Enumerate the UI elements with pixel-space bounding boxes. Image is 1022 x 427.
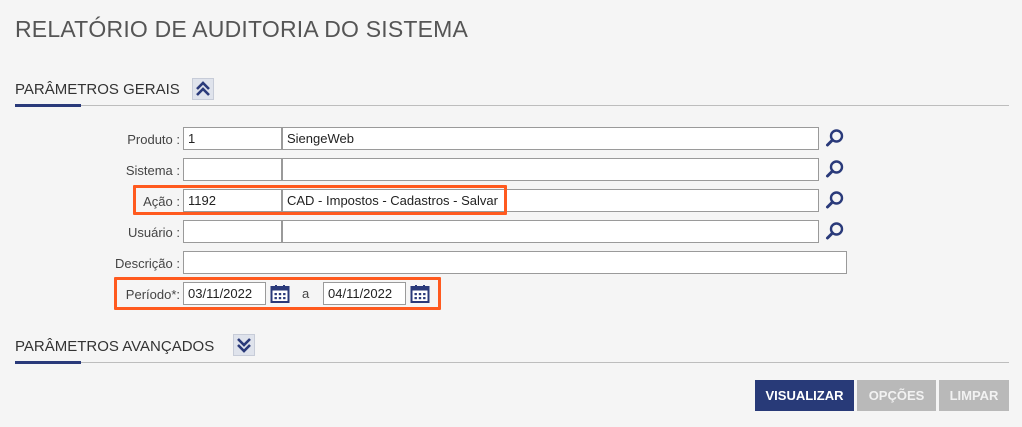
visualizar-button[interactable]: VISUALIZAR	[755, 380, 854, 411]
sistema-name-input[interactable]	[282, 158, 819, 181]
sistema-code-input[interactable]	[183, 158, 282, 181]
limpar-button[interactable]: LIMPAR	[939, 380, 1009, 411]
sistema-lookup-button[interactable]	[823, 157, 847, 181]
usuario-code-input[interactable]	[183, 220, 282, 243]
periodo-highlight-box	[114, 277, 441, 310]
descricao-label: Descrição :	[114, 256, 180, 271]
magnifier-icon	[826, 160, 844, 178]
section-title-general: PARÂMETROS GERAIS	[15, 81, 180, 98]
acao-lookup-button[interactable]	[823, 188, 847, 212]
double-chevron-down-icon	[237, 338, 251, 353]
page-title: RELATÓRIO DE AUDITORIA DO SISTEMA	[15, 16, 469, 42]
produto-label: Produto :	[127, 132, 180, 147]
produto-name-input[interactable]	[282, 127, 819, 150]
produto-lookup-button[interactable]	[823, 126, 847, 150]
acao-highlight-box	[133, 185, 507, 215]
section-accent	[15, 361, 81, 364]
section-title-advanced: PARÂMETROS AVANÇADOS	[15, 338, 215, 355]
magnifier-icon	[826, 129, 844, 147]
section-divider	[15, 362, 1009, 363]
usuario-lookup-button[interactable]	[823, 219, 847, 243]
opcoes-button[interactable]: OPÇÕES	[857, 380, 936, 411]
usuario-name-input[interactable]	[282, 220, 819, 243]
produto-code-input[interactable]	[183, 127, 282, 150]
usuario-label: Usuário :	[127, 225, 180, 240]
descricao-input[interactable]	[183, 251, 847, 274]
double-chevron-up-icon	[196, 81, 210, 96]
magnifier-icon	[826, 191, 844, 209]
magnifier-icon	[826, 222, 844, 240]
collapse-general-button[interactable]	[192, 78, 214, 100]
section-accent	[15, 104, 81, 107]
sistema-label: Sistema :	[125, 163, 180, 178]
expand-advanced-button[interactable]	[233, 334, 255, 356]
section-divider	[15, 105, 1009, 106]
